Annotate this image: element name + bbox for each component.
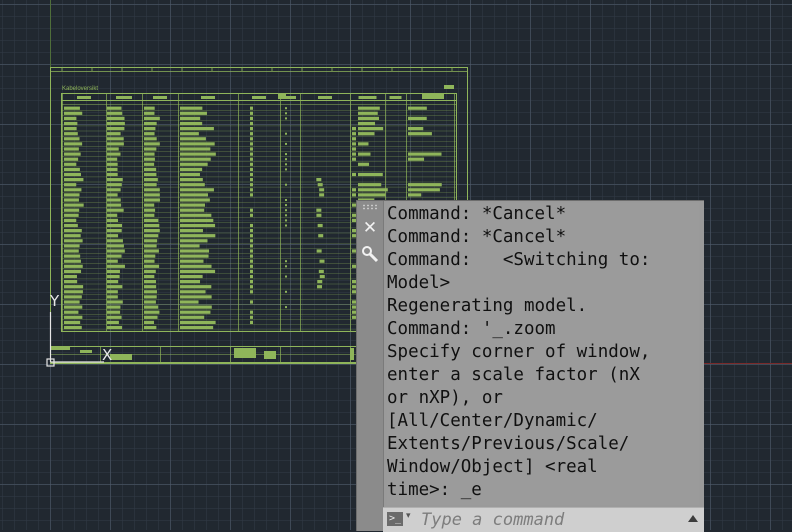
- command-history-line: enter a scale factor (nX: [387, 365, 640, 385]
- ucs-y-label: Y: [50, 292, 60, 310]
- command-line-window[interactable]: ✕ Command: *Cancel* Command: *Cancel* Comm…: [356, 200, 704, 532]
- command-input[interactable]: [421, 509, 671, 531]
- command-history-line: Command: '_.zoom: [387, 319, 556, 339]
- command-history-line: Command: *Cancel*: [387, 204, 567, 224]
- history-expand-icon[interactable]: [688, 515, 698, 522]
- drag-handle-icon[interactable]: [362, 204, 378, 210]
- recent-commands-dropdown-icon[interactable]: ▾: [406, 511, 411, 521]
- command-history-line: Specify corner of window,: [387, 342, 651, 362]
- command-prompt-icon[interactable]: >_: [387, 512, 403, 526]
- ucs-icon: Y X: [44, 292, 124, 372]
- sheet-title: Kabeloversikt: [62, 86, 98, 92]
- x-axis-line: [700, 363, 792, 364]
- command-history-line: Extents/Previous/Scale/: [387, 434, 630, 454]
- command-input-bar[interactable]: >_ ▾: [383, 507, 704, 532]
- command-line-grip[interactable]: ✕: [357, 201, 384, 531]
- close-icon[interactable]: ✕: [360, 218, 380, 238]
- command-history-line: time>: _e: [387, 480, 482, 500]
- command-history: Command: *Cancel* Command: *Cancel* Comman…: [387, 203, 699, 505]
- wrench-icon[interactable]: [360, 245, 380, 265]
- command-history-line: Window/Object] <real: [387, 457, 598, 477]
- command-history-line: Command: <Switching to:: [387, 250, 651, 270]
- command-history-line: Model>: [387, 273, 451, 293]
- command-history-line: or nXP), or: [387, 388, 503, 408]
- ucs-x-label: X: [102, 346, 113, 364]
- command-history-line: Command: *Cancel*: [387, 227, 567, 247]
- command-history-line: Regenerating model.: [387, 296, 588, 316]
- command-history-line: [All/Center/Dynamic/: [387, 411, 598, 431]
